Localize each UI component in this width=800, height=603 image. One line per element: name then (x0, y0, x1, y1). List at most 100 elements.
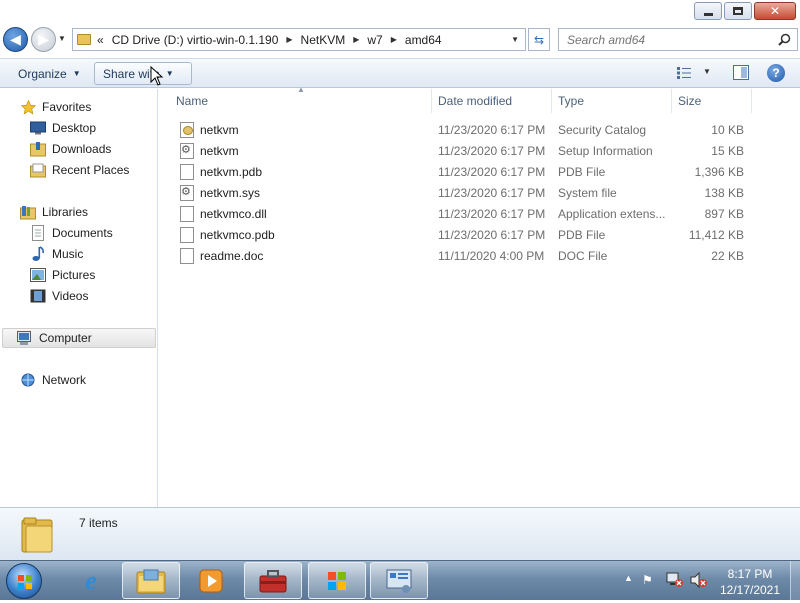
file-date: 11/11/2020 4:00 PM (438, 248, 545, 263)
file-row[interactable]: netkvm 11/23/2020 6:17 PM Security Catal… (176, 119, 756, 140)
help-button[interactable]: ? (767, 64, 785, 82)
column-header-label: Date modified (438, 94, 513, 108)
windows-flag-icon (328, 571, 346, 590)
file-type: System file (558, 185, 617, 200)
column-header-name[interactable]: Name (170, 89, 432, 113)
column-header-label: Name (176, 94, 209, 108)
sidebar-item-label: Favorites (42, 100, 92, 114)
sidebar-item-pictures[interactable]: Pictures (30, 265, 95, 285)
preview-pane-button[interactable] (733, 65, 749, 80)
minimize-button[interactable] (694, 2, 722, 20)
share-with-button[interactable]: Share with ▼ (94, 62, 192, 85)
breadcrumb-netkvm[interactable]: NetKVM (301, 33, 346, 47)
pictures-icon (30, 267, 46, 283)
sidebar-item-documents[interactable]: Documents (30, 223, 113, 243)
file-type: PDB File (558, 227, 606, 242)
network-icon (20, 372, 36, 388)
sidebar-item-label: Computer (39, 331, 92, 345)
sidebar-item-computer[interactable]: Computer (2, 328, 156, 348)
file-row[interactable]: netkvmco.pdb 11/23/2020 6:17 PM PDB File… (176, 224, 756, 245)
sidebar-item-videos[interactable]: Videos (30, 286, 88, 306)
taskbar-internet-explorer[interactable]: e (62, 562, 120, 599)
maximize-button[interactable] (724, 2, 752, 20)
chevron-right-icon[interactable]: ▶ (353, 35, 359, 44)
taskbar-control-panel[interactable] (370, 562, 428, 599)
taskbar-media-player[interactable] (182, 562, 240, 599)
volume-muted-icon[interactable] (690, 572, 708, 588)
clock[interactable]: 8:17 PM 12/17/2021 (715, 566, 785, 598)
videos-icon (30, 288, 46, 304)
navigation-pane: Favorites Desktop Downloads Recent Place… (0, 89, 158, 507)
file-date: 11/23/2020 6:17 PM (438, 206, 546, 221)
item-count: 7 items (79, 516, 118, 530)
taskbar-windows-explorer[interactable] (122, 562, 180, 599)
taskbar-toolbox-app[interactable] (244, 562, 302, 599)
close-button[interactable]: ✕ (754, 2, 796, 20)
file-row[interactable]: readme.doc 11/11/2020 4:00 PM DOC File 2… (176, 245, 756, 266)
sidebar-item-favorites[interactable]: Favorites (20, 97, 91, 117)
file-row[interactable]: netkvmco.dll 11/23/2020 6:17 PM Applicat… (176, 203, 756, 224)
file-date: 11/23/2020 6:17 PM (438, 143, 546, 158)
taskbar: e ▲ ⚑ 8:17 PM 12/17/2021 (0, 560, 800, 601)
file-date: 11/23/2020 6:17 PM (438, 227, 546, 242)
internet-explorer-icon: e (85, 565, 97, 595)
sidebar-item-music[interactable]: Music (30, 244, 83, 264)
file-row[interactable]: netkvm.pdb 11/23/2020 6:17 PM PDB File 1… (176, 161, 756, 182)
search-box[interactable] (558, 28, 798, 51)
address-dropdown-icon[interactable]: ▼ (511, 35, 519, 44)
column-header-size[interactable]: Size (672, 89, 752, 113)
minimize-icon (703, 12, 713, 16)
sidebar-item-desktop[interactable]: Desktop (30, 118, 96, 138)
refresh-button[interactable]: ⇆ (528, 28, 550, 51)
forward-button[interactable]: ▶ (31, 27, 56, 52)
file-name: readme.doc (200, 248, 264, 263)
search-icon[interactable] (778, 33, 791, 46)
window-controls: ✕ (692, 2, 796, 20)
address-overflow[interactable]: « (97, 33, 104, 47)
start-button[interactable] (6, 563, 42, 599)
file-row[interactable]: netkvm.sys 11/23/2020 6:17 PM System fil… (176, 182, 756, 203)
column-header-date-modified[interactable]: Date modified (432, 89, 552, 113)
file-type: Security Catalog (558, 122, 647, 137)
folder-icon (21, 517, 53, 553)
file-row[interactable]: netkvm 11/23/2020 6:17 PM Setup Informat… (176, 140, 756, 161)
show-hidden-icons-icon[interactable]: ▲ (624, 573, 633, 583)
column-header-type[interactable]: Type (552, 89, 672, 113)
back-button[interactable]: ◀ (3, 27, 28, 52)
sidebar-item-downloads[interactable]: Downloads (30, 139, 111, 159)
sidebar-item-label: Documents (52, 226, 113, 240)
sidebar-item-libraries[interactable]: Libraries (20, 202, 88, 222)
recent-pages-dropdown[interactable]: ▼ (58, 34, 68, 46)
recent-places-icon (30, 162, 46, 178)
details-pane: 7 items (0, 507, 800, 560)
file-size: 897 KB (704, 206, 744, 221)
sidebar-item-recent-places[interactable]: Recent Places (30, 160, 129, 180)
sidebar-item-network[interactable]: Network (20, 370, 86, 390)
computer-icon (17, 330, 33, 346)
show-desktop-button[interactable] (790, 561, 800, 601)
libraries-icon (20, 204, 36, 220)
navigation-bar: ◀ ▶ ▼ « CD Drive (D:) virtio-win-0.1.190… (0, 24, 800, 56)
search-input[interactable] (567, 32, 767, 47)
media-player-icon (199, 569, 223, 592)
taskbar-windows-update[interactable] (308, 562, 366, 599)
file-size: 10 KB (711, 122, 744, 137)
control-panel-icon (386, 569, 412, 593)
mouse-cursor-icon (150, 66, 164, 86)
breadcrumb-cd-drive[interactable]: CD Drive (D:) virtio-win-0.1.190 (112, 33, 279, 47)
breadcrumb-amd64[interactable]: amd64 (405, 33, 442, 47)
change-view-icon[interactable] (676, 66, 692, 80)
command-bar: Organize ▼ Share with ▼ ▼ ? (0, 58, 800, 88)
chevron-right-icon[interactable]: ▶ (391, 35, 397, 44)
chevron-right-icon[interactable]: ▶ (286, 35, 292, 44)
file-type: DOC File (558, 248, 608, 263)
organize-button[interactable]: Organize ▼ (10, 62, 89, 85)
address-bar[interactable]: « CD Drive (D:) virtio-win-0.1.190 ▶ Net… (72, 28, 526, 51)
action-center-flag-icon[interactable]: ⚑ (642, 573, 653, 587)
setup-info-file-icon (180, 142, 194, 159)
column-header-label: Size (678, 94, 702, 108)
view-options-dropdown-icon[interactable]: ▼ (703, 67, 711, 76)
windows-logo-icon (18, 575, 32, 589)
network-disconnected-icon[interactable] (666, 572, 684, 588)
breadcrumb-w7[interactable]: w7 (367, 33, 382, 47)
